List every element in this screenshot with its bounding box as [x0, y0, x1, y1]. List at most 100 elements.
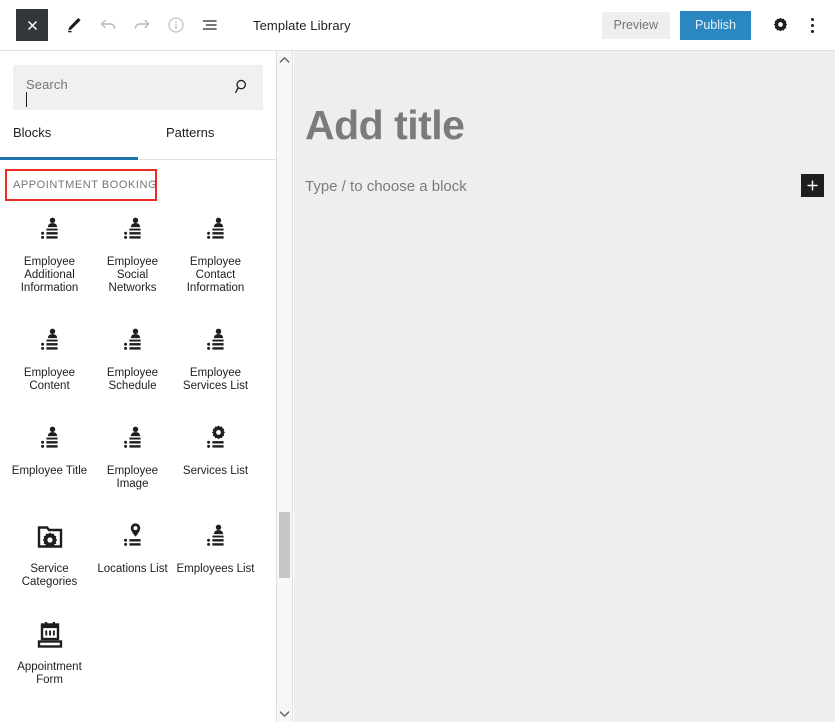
- block-label: Appointment Form: [17, 661, 82, 686]
- person-list-icon: [206, 328, 224, 350]
- chevron-down-icon: [279, 710, 290, 717]
- block-item[interactable]: Employee Title: [8, 415, 91, 491]
- block-icon-wrapper: [118, 324, 148, 358]
- block-icon-wrapper: [35, 213, 65, 247]
- block-item[interactable]: Employee Social Networks: [91, 206, 174, 295]
- block-item[interactable]: Appointment Form: [8, 611, 91, 687]
- chevron-up-icon: [279, 56, 290, 63]
- block-label: Service Categories: [21, 563, 78, 588]
- block-label: Employee Services List: [182, 367, 249, 392]
- block-grid: Employee Additional Information Employee …: [0, 206, 276, 709]
- block-label: Employee Additional Information: [20, 256, 79, 294]
- block-inserter-panel: Search Blocks Patterns APPOINTMENT BOOKI…: [0, 51, 277, 722]
- block-label: Employee Title: [11, 465, 88, 477]
- block-item[interactable]: Employee Content: [8, 317, 91, 393]
- toolbar-right-group: Preview Publish: [601, 0, 825, 51]
- person-list-icon: [206, 217, 224, 239]
- block-item[interactable]: Employee Schedule: [91, 317, 174, 393]
- block-label: Employee Social Networks: [106, 256, 159, 294]
- editor-window: Template Library Preview Publish Search: [0, 0, 835, 722]
- publish-button[interactable]: Publish: [680, 10, 751, 41]
- text-caret: [26, 92, 27, 107]
- document-info-button[interactable]: [159, 8, 193, 42]
- block-icon-wrapper: [201, 324, 231, 358]
- search-container: Search: [0, 51, 276, 110]
- calendar-icon: [37, 622, 62, 648]
- block-item[interactable]: Employee Image: [91, 415, 174, 491]
- kebab-menu-icon: [810, 24, 814, 27]
- person-list-icon: [40, 426, 58, 448]
- section-header-row: APPOINTMENT BOOKING: [0, 160, 276, 206]
- close-icon: [27, 20, 37, 30]
- block-label: Employee Contact Information: [186, 256, 245, 294]
- block-label: Employee Content: [23, 367, 76, 392]
- person-list-icon: [40, 328, 58, 350]
- gear-icon: [773, 17, 787, 32]
- info-icon: [168, 17, 184, 33]
- pencil-edit-icon: [68, 17, 81, 33]
- block-icon-wrapper: [35, 324, 65, 358]
- block-icon-wrapper: [118, 520, 148, 554]
- block-item[interactable]: Service Categories: [8, 513, 91, 589]
- undo-icon: [100, 19, 116, 29]
- preview-button[interactable]: Preview: [601, 11, 670, 40]
- block-item[interactable]: Services List: [174, 415, 257, 491]
- tab-blocks[interactable]: Blocks: [0, 125, 138, 160]
- gear-list-icon: [206, 425, 225, 448]
- folder-gear-icon: [37, 526, 62, 548]
- toolbar-left-group: Template Library: [0, 0, 351, 50]
- block-icon-wrapper: [118, 213, 148, 247]
- inserter-tabs: Blocks Patterns: [0, 125, 276, 160]
- settings-button[interactable]: [765, 11, 795, 41]
- tab-patterns[interactable]: Patterns: [138, 125, 276, 159]
- more-options-button[interactable]: [799, 11, 825, 41]
- list-view-button[interactable]: [193, 8, 227, 42]
- kebab-menu-icon: [810, 18, 814, 21]
- editor-canvas: Add title Type / to choose a block: [294, 51, 835, 722]
- kebab-menu-icon: [810, 30, 814, 33]
- redo-icon: [134, 19, 150, 29]
- block-label: Employees List: [176, 563, 255, 575]
- block-icon-wrapper: [35, 618, 65, 652]
- block-icon-wrapper: [201, 422, 231, 456]
- person-list-icon: [123, 426, 141, 448]
- block-icon-wrapper: [201, 213, 231, 247]
- pin-list-icon: [123, 523, 141, 546]
- block-item[interactable]: Employees List: [174, 513, 257, 589]
- scrollbar-thumb[interactable]: [279, 512, 290, 578]
- block-icon-wrapper: [35, 422, 65, 456]
- block-icon-wrapper: [35, 520, 65, 554]
- block-label: Locations List: [97, 563, 168, 575]
- close-button[interactable]: [16, 9, 48, 41]
- block-label: Employee Image: [106, 465, 159, 490]
- block-item[interactable]: Employee Services List: [174, 317, 257, 393]
- search-placeholder: Search: [26, 77, 68, 92]
- block-label: Services List: [182, 465, 249, 477]
- block-item[interactable]: Locations List: [91, 513, 174, 589]
- document-title: Template Library: [253, 17, 351, 33]
- scroll-down-button[interactable]: [277, 705, 292, 722]
- block-item[interactable]: Employee Contact Information: [174, 206, 257, 295]
- section-title-appointment-booking: APPOINTMENT BOOKING: [13, 179, 158, 191]
- person-list-icon: [123, 217, 141, 239]
- block-icon-wrapper: [118, 422, 148, 456]
- undo-button[interactable]: [91, 8, 125, 42]
- list-view-icon: [202, 20, 217, 30]
- person-list-icon: [40, 217, 58, 239]
- search-input[interactable]: Search: [13, 65, 263, 110]
- post-title-input[interactable]: Add title: [305, 105, 465, 146]
- search-icon: [234, 78, 251, 100]
- person-list-icon: [123, 328, 141, 350]
- add-block-button[interactable]: [801, 174, 824, 197]
- block-item[interactable]: Employee Additional Information: [8, 206, 91, 295]
- top-toolbar: Template Library Preview Publish: [0, 0, 835, 51]
- plus-icon: [807, 180, 818, 191]
- person-list-icon: [206, 524, 224, 546]
- inserter-scrollbar[interactable]: [277, 51, 293, 722]
- scroll-up-button[interactable]: [277, 51, 292, 68]
- default-block-input[interactable]: Type / to choose a block: [305, 178, 467, 195]
- block-label: Employee Schedule: [106, 367, 159, 392]
- block-icon-wrapper: [201, 520, 231, 554]
- edit-mode-button[interactable]: [57, 8, 91, 42]
- redo-button[interactable]: [125, 8, 159, 42]
